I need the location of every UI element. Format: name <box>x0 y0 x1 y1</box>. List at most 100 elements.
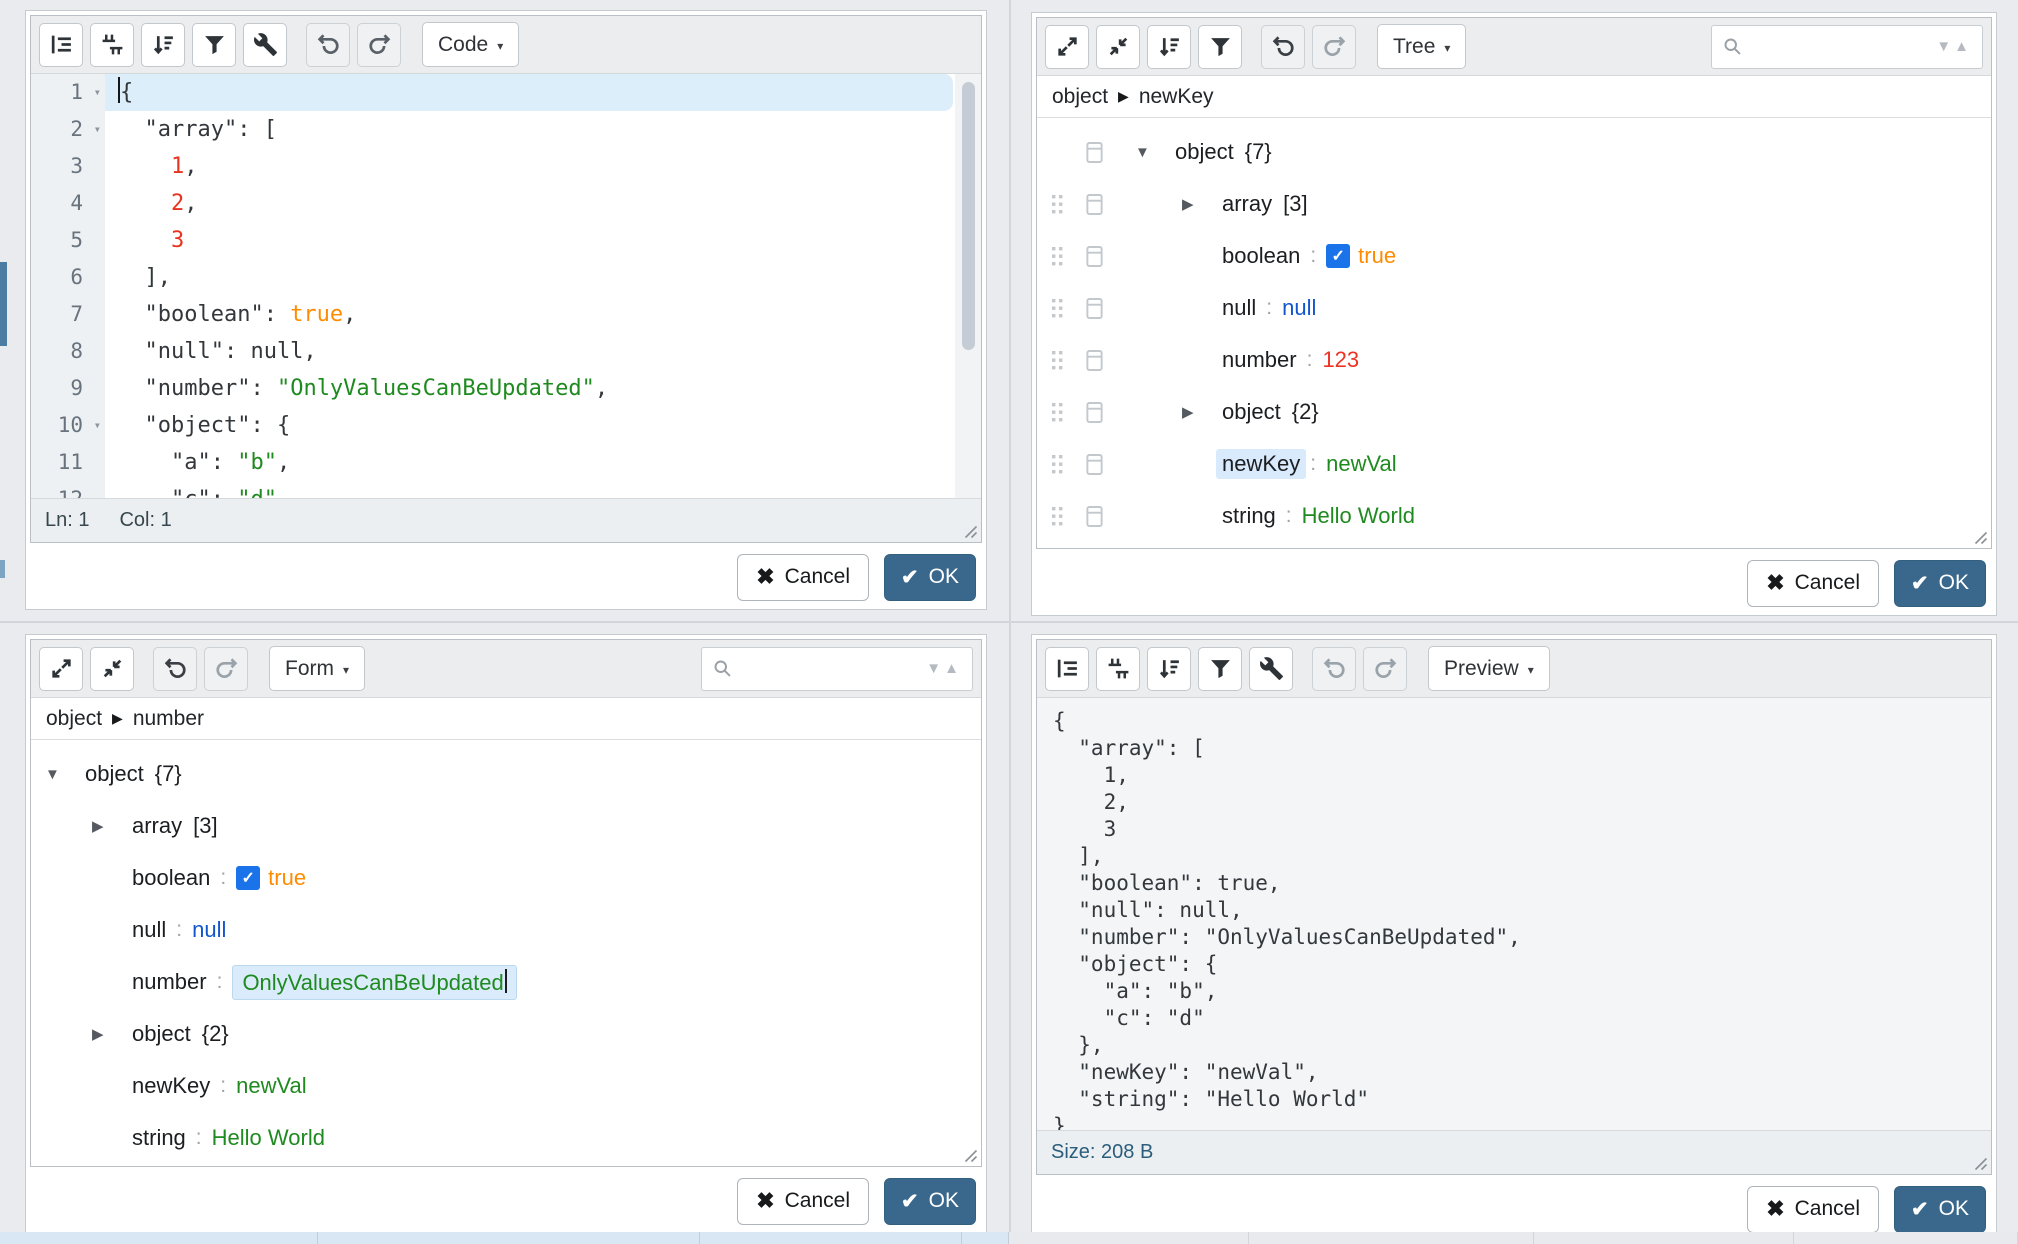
undo-button[interactable] <box>153 647 197 691</box>
drag-handle-icon[interactable] <box>1051 246 1085 267</box>
code-line[interactable]: 9 "number": "OnlyValuesCanBeUpdated", <box>31 370 981 407</box>
cancel-button[interactable]: ✖ Cancel <box>737 1178 869 1225</box>
scrollbar-thumb[interactable] <box>962 82 975 350</box>
code-line[interactable]: 7 "boolean": true, <box>31 296 981 333</box>
tree-row[interactable]: ▶array[3] <box>31 800 981 852</box>
code-line[interactable]: 5 3 <box>31 222 981 259</box>
format-button[interactable] <box>1045 647 1089 691</box>
compact-button[interactable] <box>1096 647 1140 691</box>
tree-row[interactable]: ▼object{7} <box>31 748 981 800</box>
filter-button[interactable] <box>1198 25 1242 69</box>
tree-row[interactable]: ▼object{7} <box>1037 126 1991 178</box>
field-value[interactable]: 123 <box>1322 347 1359 373</box>
breadcrumb-root[interactable]: object <box>46 707 102 731</box>
filter-button[interactable] <box>192 23 236 67</box>
tree-row[interactable]: string:Hello World <box>1037 490 1991 542</box>
breadcrumb-current[interactable]: newKey <box>1139 85 1214 109</box>
drag-handle-icon[interactable] <box>1051 298 1085 319</box>
drag-handle-icon[interactable] <box>1051 194 1085 215</box>
drag-handle-icon[interactable] <box>1051 454 1085 475</box>
cancel-button[interactable]: ✖ Cancel <box>1747 1186 1879 1233</box>
code-line[interactable]: 11 "a": "b", <box>31 444 981 481</box>
boolean-checkbox[interactable]: ✓ <box>236 866 260 890</box>
cancel-button[interactable]: ✖ Cancel <box>1747 560 1879 607</box>
mode-dropdown[interactable]: Code ▾ <box>422 22 519 67</box>
tree-row[interactable]: newKey:newVal <box>31 1060 981 1112</box>
resize-handle-icon[interactable] <box>1972 529 1988 545</box>
field-name[interactable]: boolean <box>132 865 210 891</box>
tree-row[interactable]: number:123 <box>1037 334 1991 386</box>
node-label[interactable]: object <box>1175 139 1234 165</box>
context-menu-button[interactable] <box>1085 141 1113 164</box>
code-area[interactable]: 1▾{2▾ "array": [3 1,4 2,5 36 ],7 "boolea… <box>31 74 981 498</box>
repair-button[interactable] <box>1249 647 1293 691</box>
field-name[interactable]: number <box>1222 347 1297 373</box>
context-menu-button[interactable] <box>1085 245 1113 268</box>
collapse-all-button[interactable] <box>90 647 134 691</box>
ok-button[interactable]: ✔ OK <box>884 554 976 601</box>
code-line[interactable]: 4 2, <box>31 185 981 222</box>
tree-row[interactable]: ▶object{2} <box>31 1008 981 1060</box>
redo-button[interactable] <box>357 23 401 67</box>
format-button[interactable] <box>39 23 83 67</box>
context-menu-button[interactable] <box>1085 505 1113 528</box>
ok-button[interactable]: ✔ OK <box>884 1178 976 1225</box>
tree-row[interactable]: ▶array[3] <box>1037 178 1991 230</box>
mode-dropdown[interactable]: Preview ▾ <box>1428 646 1550 691</box>
field-value[interactable]: OnlyValuesCanBeUpdated <box>232 965 516 1000</box>
tree-row[interactable]: null:null <box>31 904 981 956</box>
compact-button[interactable] <box>90 23 134 67</box>
code-line[interactable]: 6 ], <box>31 259 981 296</box>
resize-handle-icon[interactable] <box>962 523 978 539</box>
ok-button[interactable]: ✔ OK <box>1894 1186 1986 1233</box>
breadcrumb-root[interactable]: object <box>1052 85 1108 109</box>
node-label[interactable]: array <box>1222 191 1272 217</box>
collapse-triangle-icon[interactable]: ▼ <box>1135 144 1175 161</box>
field-value[interactable]: null <box>192 917 226 943</box>
code-line[interactable]: 8 "null": null, <box>31 333 981 370</box>
field-name[interactable]: boolean <box>1222 243 1300 269</box>
tree-row[interactable]: newKey:newVal <box>1037 438 1991 490</box>
tree-row[interactable]: null:null <box>1037 282 1991 334</box>
tree-row[interactable]: string:Hello World <box>31 1112 981 1164</box>
drag-handle-icon[interactable] <box>1051 402 1085 423</box>
expand-triangle-icon[interactable]: ▶ <box>92 1025 132 1043</box>
field-name[interactable]: number <box>132 969 207 995</box>
expand-all-button[interactable] <box>39 647 83 691</box>
redo-button[interactable] <box>204 647 248 691</box>
context-menu-button[interactable] <box>1085 297 1113 320</box>
repair-button[interactable] <box>243 23 287 67</box>
code-line[interactable]: 12 "c": "d" <box>31 481 981 498</box>
code-line[interactable]: 3 1, <box>31 148 981 185</box>
field-name[interactable]: null <box>132 917 166 943</box>
fold-toggle-icon[interactable]: ▾ <box>94 407 101 444</box>
field-value[interactable]: newVal <box>236 1073 307 1099</box>
node-label[interactable]: object <box>1222 399 1281 425</box>
drag-handle-icon[interactable] <box>1051 350 1085 371</box>
field-value[interactable]: Hello World <box>212 1125 325 1151</box>
expand-triangle-icon[interactable]: ▶ <box>1182 403 1222 421</box>
redo-button[interactable] <box>1312 25 1356 69</box>
collapse-all-button[interactable] <box>1096 25 1140 69</box>
mode-dropdown[interactable]: Form ▾ <box>269 646 365 691</box>
context-menu-button[interactable] <box>1085 401 1113 424</box>
breadcrumb-current[interactable]: number <box>133 707 204 731</box>
tree-row[interactable]: boolean:✓true <box>1037 230 1991 282</box>
code-line[interactable]: 2▾ "array": [ <box>31 111 981 148</box>
tree-row[interactable]: ▶object{2} <box>1037 386 1991 438</box>
drag-handle-icon[interactable] <box>1051 506 1085 527</box>
context-menu-button[interactable] <box>1085 193 1113 216</box>
sort-button[interactable] <box>1147 25 1191 69</box>
filter-button[interactable] <box>1198 647 1242 691</box>
resize-handle-icon[interactable] <box>962 1147 978 1163</box>
field-value[interactable]: null <box>1282 295 1316 321</box>
context-menu-button[interactable] <box>1085 349 1113 372</box>
search-input[interactable] <box>1751 35 1928 59</box>
sort-button[interactable] <box>141 23 185 67</box>
code-line[interactable]: 1▾{ <box>31 74 981 111</box>
field-value[interactable]: newVal <box>1326 451 1397 477</box>
search-prev-next-icons[interactable]: ▼▲ <box>926 660 962 677</box>
field-value[interactable]: Hello World <box>1302 503 1415 529</box>
ok-button[interactable]: ✔ OK <box>1894 560 1986 607</box>
node-label[interactable]: object <box>132 1021 191 1047</box>
